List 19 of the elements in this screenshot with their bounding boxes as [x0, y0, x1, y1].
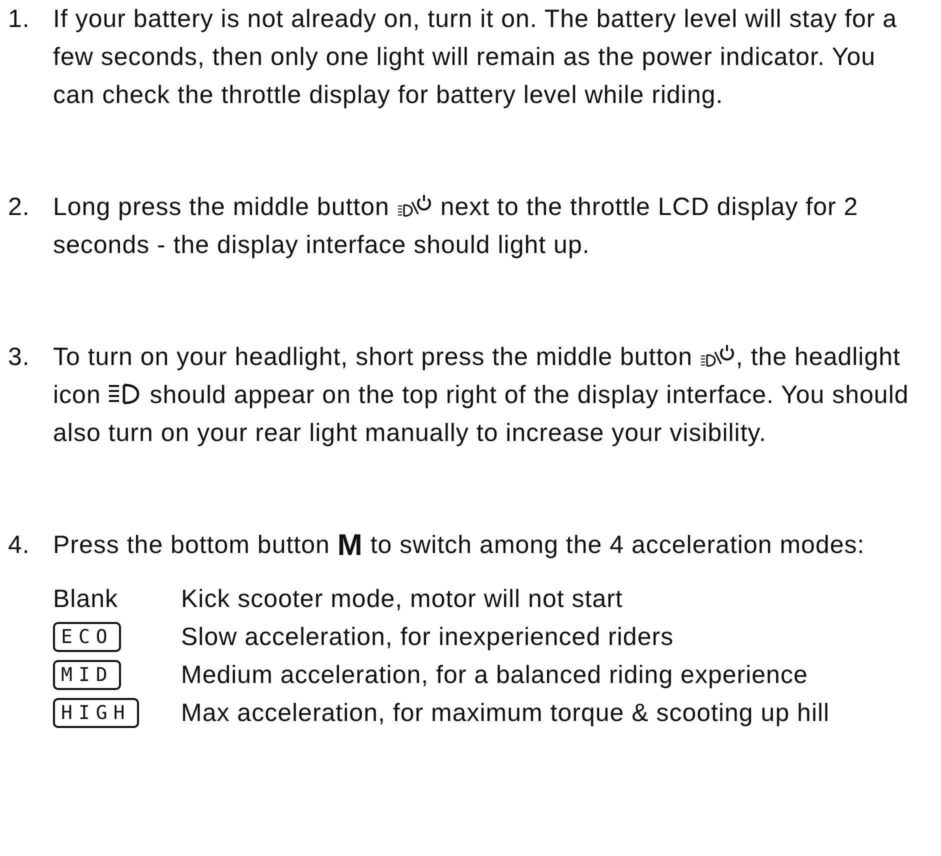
m-key-glyph: M	[337, 533, 363, 559]
mode-label: Blank	[53, 584, 118, 614]
mode-indicator: ECO	[53, 622, 122, 652]
mode-description: Kick scooter mode, motor will not start	[181, 584, 624, 615]
step-text: If your battery is not already on, turn it on. The battery level will stay for a few seconds, then only one light will remain as the power indicator. You can check the throttle display for battery level while riding.	[53, 4, 898, 111]
mode-indicator: MID	[53, 660, 122, 690]
step-text: Press the bottom button M to switch among the 4 acceleration modes:	[53, 528, 866, 564]
mode-description: Max acceleration, for maximum torque & scooting up hill	[181, 698, 831, 729]
step-number: 1.	[8, 4, 31, 35]
mode-description: Medium acceleration, for a balanced riding experience	[181, 660, 809, 691]
mode-indicator: HIGH	[53, 698, 139, 728]
mode-description: Slow acceleration, for inexperienced riders	[181, 622, 675, 653]
light-power-icon	[396, 194, 433, 218]
step-text: Long press the middle button next to the throttle LCD display for 2 seconds - the display interface should light up.	[53, 192, 860, 261]
step-number: 2.	[8, 192, 31, 223]
step-number: 4.	[8, 530, 31, 561]
step-number: 3.	[8, 342, 31, 373]
step-text: To turn on your headlight, short press the middle button , the headlight icon should appear on the top right of the display interface. You should also turn on your rear light manually to increase your visibility.	[53, 342, 910, 449]
light-power-icon	[700, 344, 736, 368]
